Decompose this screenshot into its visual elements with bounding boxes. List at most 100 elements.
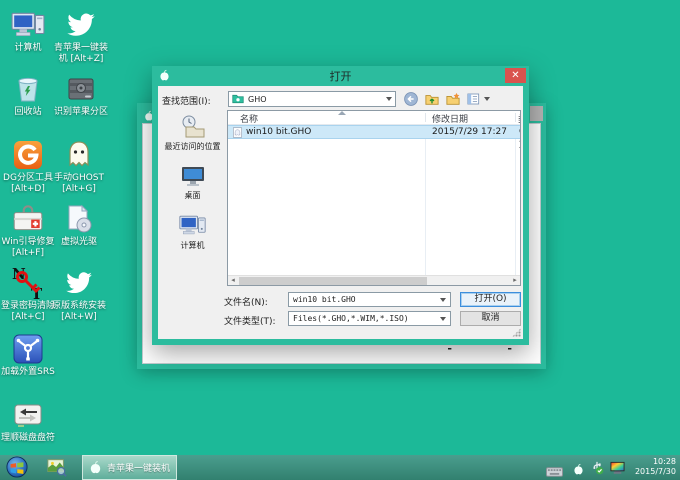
sidebar-item-desktop[interactable]: 桌面 <box>180 163 206 201</box>
column-header-date-modified[interactable]: 修改日期 <box>432 112 468 125</box>
file-type-label: 文件类型(T): <box>224 314 276 327</box>
taskbar: 青苹果一键装机 10:28 2015/7/30 <box>0 455 680 480</box>
desktop-icon-recycle-bin[interactable]: 回收站 <box>6 72 50 118</box>
cancel-button[interactable]: 取消 <box>460 311 521 326</box>
srs-icon <box>12 332 44 366</box>
desktop-icon-load-srs[interactable]: 加载外置SRS <box>0 332 56 378</box>
up-one-level-button[interactable] <box>425 92 439 106</box>
file-type-cell: GHO 文件 <box>519 127 521 150</box>
new-folder-icon <box>446 92 460 106</box>
chevron-down-icon <box>440 298 446 302</box>
dialog-toolbar <box>404 92 490 106</box>
desktop-icon-label: 识别苹果分区 <box>54 107 108 118</box>
open-button[interactable]: 打开(O) <box>460 292 521 307</box>
desktop-icon-manual-ghost[interactable]: 手动GHOST [Alt+G] <box>48 138 110 195</box>
dialog-title: 打开 <box>330 68 352 84</box>
open-file-dialog: 打开 ✕ 查找范围(I): GHO <box>152 66 529 345</box>
taskbar-app-label: 青苹果一键装机 <box>107 461 170 474</box>
views-icon <box>467 93 482 105</box>
taskbar-app-button-qpg[interactable]: 青苹果一键装机 <box>82 455 177 480</box>
desktop-icon-computer[interactable]: 计算机 <box>6 8 50 54</box>
desktop-icon-label: 回收站 <box>14 107 41 118</box>
desktop-icon-apple-partition[interactable]: 识别苹果分区 <box>50 72 112 118</box>
sidebar-item-computer[interactable]: 计算机 <box>179 212 206 251</box>
desktop-icon-label: 原版系统安装 [Alt+W] <box>48 301 110 323</box>
scrollbar-thumb[interactable] <box>239 277 427 285</box>
file-list: 名称 修改日期 类型 win10 bit.GHO 2015/7/29 17:27… <box>227 110 521 286</box>
apple-logo-icon <box>88 460 103 475</box>
sidebar-item-recent-places[interactable]: 最近访问的位置 <box>165 114 221 152</box>
file-type-combobox[interactable]: Files(*.GHO,*.WIM,*.ISO) <box>288 311 451 326</box>
column-separator[interactable] <box>515 113 516 122</box>
new-folder-button[interactable] <box>446 92 460 106</box>
chevron-down-icon <box>440 317 446 321</box>
diskgenius-icon <box>12 138 44 172</box>
disk-letters-icon <box>11 398 45 432</box>
background-window-button <box>530 106 543 121</box>
desktop-icon-virtual-cd[interactable]: 虚拟光驱 <box>50 202 108 248</box>
views-menu-button[interactable] <box>467 93 490 105</box>
recent-places-icon <box>180 114 206 140</box>
desktop-icon-qpg-installer[interactable]: 青苹果一键装机 [Alt+Z] <box>50 8 112 65</box>
dialog-titlebar: 打开 ✕ <box>152 66 529 86</box>
bird-icon <box>66 8 96 42</box>
folder-icon <box>232 93 244 105</box>
recycle-bin-icon <box>12 72 44 106</box>
windows-orb-icon <box>6 456 28 478</box>
chevron-down-icon <box>484 97 490 101</box>
ghost-icon <box>63 138 95 172</box>
dialog-body: 查找范围(I): GHO <box>158 86 523 339</box>
file-list-header: 名称 修改日期 类型 <box>228 111 520 125</box>
column-header-name[interactable]: 名称 <box>240 112 258 125</box>
taskbar-clock[interactable]: 10:28 2015/7/30 <box>626 457 676 477</box>
sort-ascending-icon <box>338 111 346 115</box>
desktop-monitor-icon <box>180 163 206 189</box>
sidebar-item-label: 最近访问的位置 <box>165 141 221 152</box>
image-viewer-icon[interactable] <box>47 457 67 480</box>
back-button[interactable] <box>404 92 418 106</box>
dialog-places-sidebar: 最近访问的位置 桌面 计算机 <box>158 110 227 286</box>
column-separator[interactable] <box>425 113 426 122</box>
desktop-icon-win-boot-repair[interactable]: Win引导修复 [Alt+F] <box>0 202 56 259</box>
scroll-right-arrow[interactable]: ▸ <box>510 276 520 285</box>
start-button[interactable] <box>6 456 28 480</box>
file-name-row: 文件名(N): win10 bit.GHO 打开(O) <box>158 292 523 308</box>
file-type-value: Files(*.GHO,*.WIM,*.ISO) <box>293 314 440 323</box>
desktop-icon-fix-drive-letters[interactable]: 理顺磁盘盘符 <box>0 398 56 444</box>
look-in-label: 查找范围(I): <box>162 94 211 107</box>
apple-tray-icon[interactable] <box>572 461 585 480</box>
sidebar-item-label: 桌面 <box>185 190 201 201</box>
clock-time: 10:28 <box>626 457 676 467</box>
scroll-left-arrow[interactable]: ◂ <box>228 276 238 285</box>
file-name-combobox[interactable]: win10 bit.GHO <box>288 292 451 307</box>
usb-safely-remove-icon[interactable] <box>590 460 604 479</box>
file-type-row: 文件类型(T): Files(*.GHO,*.WIM,*.ISO) 取消 <box>158 311 523 327</box>
back-icon <box>404 92 418 106</box>
column-gridline <box>515 125 516 275</box>
display-settings-tray-icon[interactable] <box>610 460 625 479</box>
keyboard-tray-icon[interactable] <box>546 462 563 480</box>
desktop-icon-label: 虚拟光驱 <box>61 237 97 248</box>
desktop-icon-label: 加载外置SRS <box>1 367 55 378</box>
virtual-cd-icon <box>63 202 95 236</box>
nt-key-icon: N T <box>11 266 45 300</box>
desktop: 计算机 青苹果一键装机 [Alt+Z] 回收站 识别苹果分区 DG分区工具 [A… <box>0 0 680 480</box>
look-in-combobox[interactable]: GHO <box>228 91 396 107</box>
look-in-value: GHO <box>248 95 382 104</box>
close-button[interactable]: ✕ <box>505 68 526 83</box>
up-folder-icon <box>425 92 439 106</box>
toolbox-icon <box>11 202 45 236</box>
desktop-icon-label: 计算机 <box>14 43 41 54</box>
look-in-row: 查找范围(I): GHO <box>158 91 523 107</box>
file-row-selected[interactable]: win10 bit.GHO 2015/7/29 17:27 GHO 文件 <box>228 125 520 139</box>
column-gridline <box>425 125 426 275</box>
desktop-icon-original-system-install[interactable]: 原版系统安装 [Alt+W] <box>48 266 110 323</box>
resize-grip[interactable] <box>512 328 521 337</box>
file-name-cell: win10 bit.GHO <box>246 127 311 137</box>
desktop-icon-label: 手动GHOST [Alt+G] <box>48 173 110 195</box>
file-date-cell: 2015/7/29 17:27 <box>432 127 507 137</box>
gho-file-icon <box>232 127 243 141</box>
apple-logo-icon <box>158 69 171 85</box>
clock-date: 2015/7/30 <box>626 467 676 477</box>
computer-icon <box>179 212 206 239</box>
